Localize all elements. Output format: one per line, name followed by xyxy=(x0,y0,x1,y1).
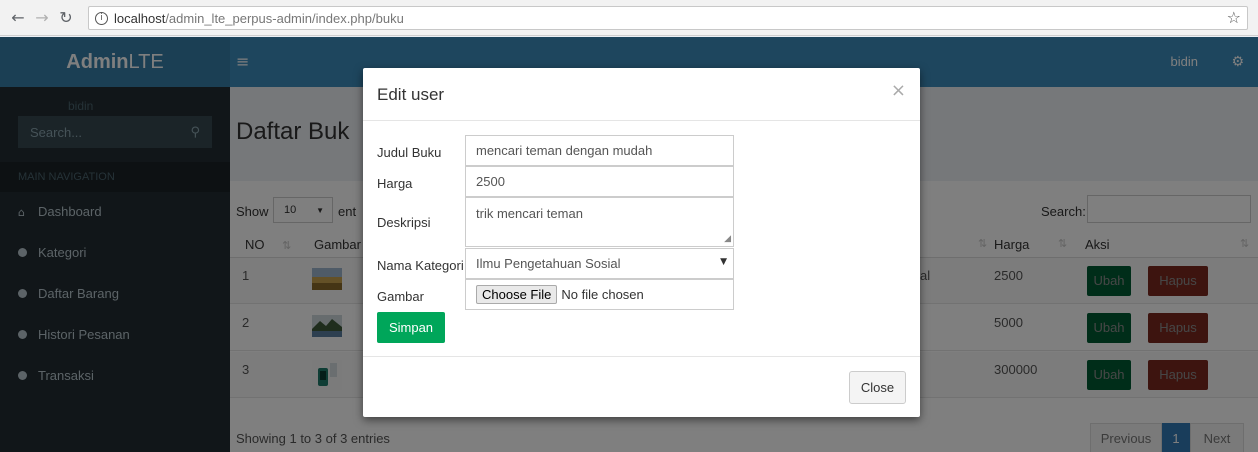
nama-kategori-label: Nama Kategori xyxy=(377,258,464,273)
modal-title: Edit user xyxy=(377,85,445,104)
file-status: No file chosen xyxy=(561,287,644,302)
bookmark-star-icon[interactable]: ☆ xyxy=(1227,8,1241,27)
resize-grip-icon[interactable]: ◢ xyxy=(724,234,731,244)
gambar-file-input[interactable]: Choose File No file chosen xyxy=(465,279,734,310)
deskripsi-label: Deskripsi xyxy=(377,215,431,230)
info-icon[interactable]: i xyxy=(95,11,108,25)
close-icon[interactable]: × xyxy=(891,80,906,101)
deskripsi-textarea[interactable]: trik mencari teman ◢ xyxy=(465,197,734,247)
reload-icon[interactable]: ↻ xyxy=(54,8,78,27)
back-arrow-icon[interactable]: ← xyxy=(6,8,30,27)
caret-down-icon: ▼ xyxy=(720,257,727,267)
judul-buku-label: Judul Buku xyxy=(377,145,442,160)
modal-footer: Close xyxy=(363,356,920,417)
judul-buku-input[interactable]: mencari teman dengan mudah xyxy=(465,135,734,166)
browser-toolbar: ← → ↻ i localhost/admin_lte_perpus-admin… xyxy=(0,0,1258,36)
modal-header: Edit user × xyxy=(363,68,920,121)
address-bar[interactable]: i localhost/admin_lte_perpus-admin/index… xyxy=(88,6,1248,30)
gambar-label: Gambar xyxy=(377,289,424,304)
harga-input[interactable]: 2500 xyxy=(465,166,734,197)
url-host: localhost xyxy=(114,10,166,26)
nama-kategori-select[interactable]: Ilmu Pengetahuan Sosial ▼ xyxy=(465,248,734,279)
harga-label: Harga xyxy=(377,176,413,191)
simpan-button[interactable]: Simpan xyxy=(377,312,445,343)
choose-file-button[interactable]: Choose File xyxy=(476,285,558,304)
edit-user-modal: Edit user × Judul Buku mencari teman den… xyxy=(363,68,920,417)
url-path: /admin_lte_perpus-admin/index.php/buku xyxy=(165,10,404,26)
close-button[interactable]: Close xyxy=(849,371,906,404)
forward-arrow-icon[interactable]: → xyxy=(30,8,54,27)
